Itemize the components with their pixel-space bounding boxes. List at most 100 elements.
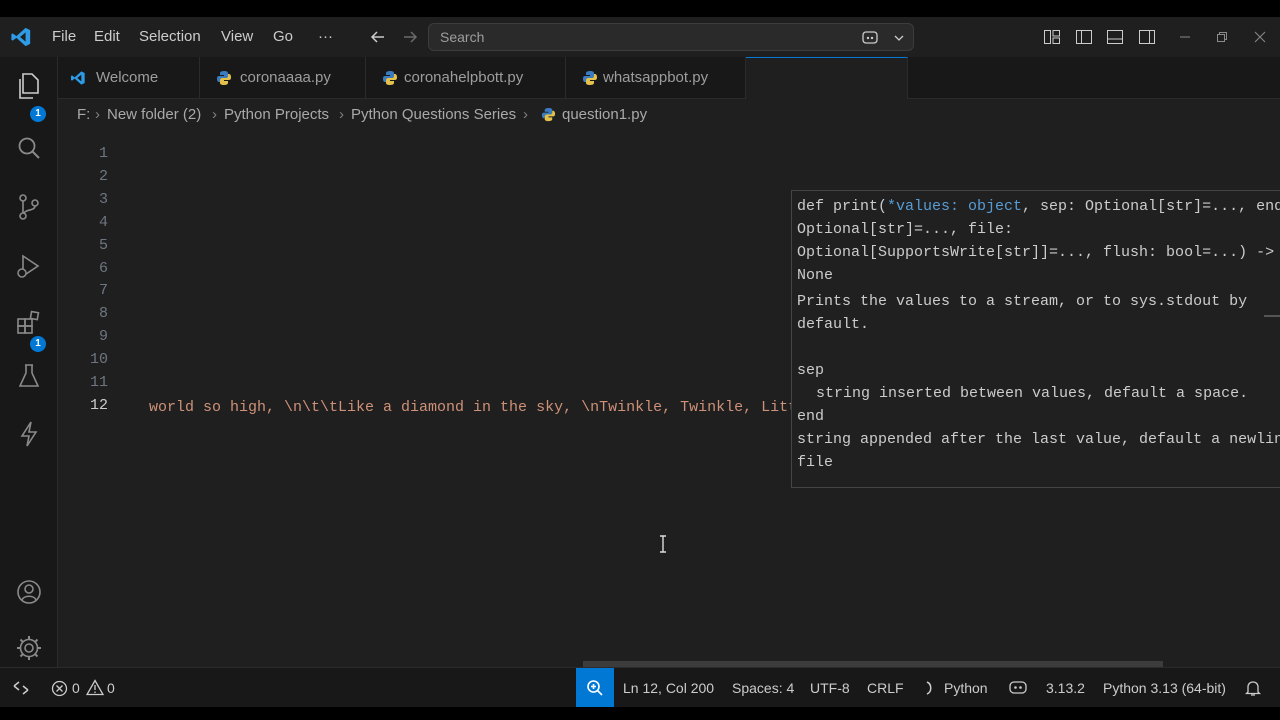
restore-button[interactable] [1206, 17, 1238, 57]
line-number: 5 [98, 236, 108, 254]
accounts-icon[interactable] [14, 577, 44, 607]
chevron-down-icon[interactable] [893, 32, 905, 44]
line-number: 12 [89, 396, 108, 414]
status-bar: 0 0 Ln 12, Col 200 Spaces: 4 UTF-8 CRLF … [0, 667, 1280, 707]
breadcrumb-python-questions-series[interactable]: Python Questions Series [351, 99, 516, 131]
lightning-icon[interactable] [14, 419, 44, 449]
chevron-right-icon: › [212, 106, 217, 123]
line-number: 11 [89, 374, 108, 391]
extensions-badge: 1 [30, 336, 46, 352]
minimize-icon [1180, 36, 1190, 38]
function-signature: def print(*values: object, sep: Optional… [797, 195, 1280, 287]
explorer-icon[interactable] [14, 71, 44, 101]
line-number: 7 [98, 282, 108, 300]
copilot-icon[interactable] [1008, 679, 1028, 697]
toggle-panel-icon[interactable] [1106, 28, 1124, 46]
line-number: 3 [98, 190, 108, 208]
breadcrumb: F: › New folder (2) › Python Projects › … [58, 99, 1258, 129]
line-number: 6 [98, 259, 108, 277]
restore-icon [1217, 32, 1227, 42]
title-bar: File Edit Selection View Go ··· Search [0, 17, 1280, 57]
tab-question1-active[interactable] [746, 57, 908, 99]
tab-coronahelpbott[interactable]: coronahelpbott.py [366, 57, 566, 99]
python-file-icon [541, 107, 556, 122]
line-number: 9 [98, 328, 108, 346]
tab-label: Welcome [96, 69, 159, 86]
source-control-icon[interactable] [14, 192, 44, 222]
vscode-logo-icon [71, 71, 85, 85]
line-number: 4 [98, 213, 108, 231]
chevron-right-icon: › [339, 106, 344, 123]
gear-icon[interactable] [14, 633, 44, 663]
menu-edit[interactable]: Edit [94, 17, 120, 57]
close-window-button[interactable] [1244, 17, 1276, 57]
notifications-bell-icon[interactable] [1245, 679, 1261, 697]
signature-def: def print( [797, 198, 888, 215]
copilot-icon[interactable] [861, 29, 881, 47]
doc-param-desc: string appended after the last value, de… [797, 431, 1280, 448]
minimize-button[interactable] [1169, 17, 1201, 57]
doc-param-name: end [797, 408, 825, 425]
customize-layout-icon[interactable] [1043, 28, 1061, 46]
tab-label: coronahelpbott.py [404, 69, 524, 86]
python-interpreter[interactable]: Python 3.13 (64-bit) [1103, 668, 1226, 707]
extensions-icon[interactable] [14, 309, 44, 339]
text-cursor-ibeam-icon [660, 535, 666, 553]
remote-indicator-icon[interactable] [12, 680, 30, 696]
menu-selection[interactable]: Selection [139, 17, 201, 57]
python-file-icon [217, 71, 231, 85]
overview-ruler-marker [1264, 315, 1280, 317]
language-mode[interactable]: Python [944, 668, 988, 707]
zoom-in-icon [587, 680, 603, 696]
function-docstring: Prints the values to a stream, or to sys… [797, 290, 1280, 474]
testing-flask-icon[interactable] [14, 361, 44, 391]
hover-documentation-widget: def print(*values: object, sep: Optional… [791, 190, 1280, 488]
end-of-line[interactable]: CRLF [867, 668, 904, 707]
tab-label: coronaaaa.py [240, 69, 331, 86]
cursor-position[interactable]: Ln 12, Col 200 [623, 668, 714, 707]
doc-description: Prints the values to a stream, or to sys… [797, 293, 1248, 333]
chevron-right-icon: › [95, 106, 100, 123]
menu-file[interactable]: File [52, 17, 76, 57]
error-count[interactable]: 0 [72, 668, 80, 707]
python-file-icon [383, 71, 397, 85]
search-icon[interactable] [14, 134, 44, 164]
run-and-debug-icon[interactable] [14, 251, 44, 281]
python-version[interactable]: 3.13.2 [1046, 668, 1085, 707]
error-icon[interactable] [51, 680, 68, 697]
language-status-icon[interactable] [924, 680, 936, 696]
line-number: 2 [98, 167, 108, 185]
python-file-icon [583, 71, 597, 85]
signature-param-highlight: *values: object [887, 198, 1023, 215]
breadcrumb-new-folder[interactable]: New folder (2) [107, 99, 201, 131]
tab-welcome[interactable]: Welcome [58, 57, 200, 99]
explorer-badge: 1 [30, 106, 46, 122]
line-number: 1 [98, 145, 108, 162]
vscode-window: File Edit Selection View Go ··· Search 1… [0, 17, 1280, 707]
doc-param-name: sep [797, 362, 825, 379]
menu-more[interactable]: ··· [318, 17, 333, 57]
search-placeholder: Search [440, 29, 485, 45]
encoding[interactable]: UTF-8 [810, 668, 850, 707]
indentation[interactable]: Spaces: 4 [732, 668, 794, 707]
warning-icon[interactable] [86, 679, 104, 696]
breadcrumb-file[interactable]: question1.py [562, 99, 647, 131]
editor-tabs: Welcome coronaaaa.py coronahelpbott.py w… [58, 57, 1280, 99]
vscode-logo-icon [11, 27, 31, 47]
breadcrumb-drive[interactable]: F: [77, 99, 90, 131]
toggle-secondary-sidebar-icon[interactable] [1138, 28, 1156, 46]
code-editor[interactable]: 1 2 3 4 5 6 7 8 9 10 11 12 world so high, \n\t\tLik… [58, 129, 1280, 667]
zoom-button[interactable] [576, 668, 614, 707]
toggle-primary-sidebar-icon[interactable] [1075, 28, 1093, 46]
warning-count[interactable]: 0 [107, 668, 115, 707]
tab-whatsappbot[interactable]: whatsappbot.py [566, 57, 746, 99]
chevron-right-icon: › [523, 106, 528, 123]
forward-arrow-icon[interactable] [399, 26, 421, 48]
menu-go[interactable]: Go [273, 17, 293, 57]
tab-coronaaaa[interactable]: coronaaaa.py [200, 57, 366, 99]
breadcrumb-python-projects[interactable]: Python Projects [224, 99, 329, 131]
back-arrow-icon[interactable] [367, 26, 389, 48]
tab-label: whatsappbot.py [603, 69, 709, 86]
command-center-search[interactable]: Search [428, 23, 914, 51]
menu-view[interactable]: View [221, 17, 253, 57]
